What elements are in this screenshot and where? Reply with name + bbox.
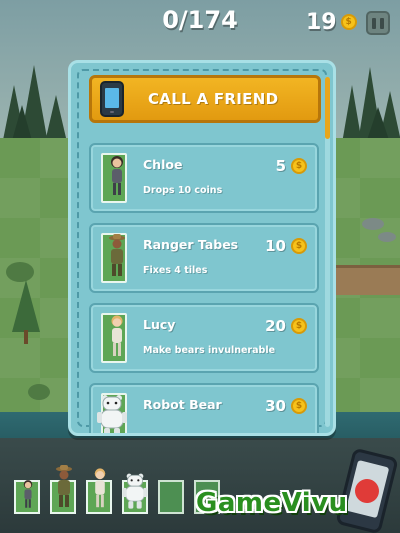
friend-portrait: [97, 393, 127, 433]
robot-bear-character: [122, 473, 148, 509]
ranger-tabes-character: [109, 234, 125, 276]
robot-bear-character: [97, 395, 127, 433]
friend-name: Chloe: [143, 157, 183, 172]
friend-price-value: 20: [265, 317, 286, 335]
call-a-friend-panel: CALL A FRIEND Chloe Drops 10 coins 5 $ R…: [68, 60, 336, 436]
friend-card-chloe[interactable]: Chloe Drops 10 coins 5 $: [89, 143, 319, 213]
friend-slot-chloe[interactable]: [14, 480, 40, 514]
bush: [28, 384, 50, 400]
friend-portrait: [101, 313, 127, 363]
bush: [6, 262, 34, 282]
friend-name: Ranger Tabes: [143, 237, 239, 252]
friend-slot-lucy[interactable]: [86, 468, 112, 514]
friend-price: 20 $: [265, 317, 307, 335]
friend-name: Robot Bear: [143, 397, 222, 412]
friend-card-robot-bear[interactable]: Robot Bear 30 $: [89, 383, 319, 433]
phone-icon: [100, 81, 124, 117]
call-a-friend-label: CALL A FRIEND: [148, 90, 279, 108]
friend-price: 30 $: [265, 397, 307, 415]
call-a-friend-header-button[interactable]: CALL A FRIEND: [89, 75, 321, 123]
coin-count: 19: [306, 9, 337, 35]
gamevivu-watermark: GameVivu: [196, 488, 348, 518]
friend-description: Fixes 4 tiles: [143, 265, 208, 276]
friend-portrait: [101, 233, 127, 283]
friend-slot-ranger-tabes[interactable]: [50, 465, 76, 514]
friend-price: 5 $: [276, 157, 307, 175]
coin-icon: $: [340, 14, 357, 30]
friend-card-lucy[interactable]: Lucy Make bears invulnerable 20 $: [89, 303, 319, 373]
coin-icon: $: [291, 238, 307, 254]
friend-price-value: 30: [265, 397, 286, 415]
tile-progress-counter: 0/174: [162, 6, 238, 34]
lucy-character: [111, 315, 123, 356]
friend-name: Lucy: [143, 317, 176, 332]
friend-slot-empty[interactable]: [158, 480, 184, 514]
lucy-character: [94, 468, 106, 508]
pause-button[interactable]: [366, 11, 390, 35]
friend-description: Drops 10 coins: [143, 185, 223, 196]
friend-portrait: [101, 153, 127, 203]
pause-icon: [372, 17, 376, 29]
friend-price-value: 5: [275, 157, 286, 175]
coin-balance: 19 $: [306, 8, 357, 36]
friend-price: 10 $: [265, 237, 307, 255]
coin-icon: $: [291, 318, 307, 334]
rock: [378, 232, 396, 242]
friend-price-value: 10: [265, 237, 286, 255]
tree: [12, 280, 40, 344]
rock: [362, 218, 384, 230]
friend-card-ranger-tabes[interactable]: Ranger Tabes Fixes 4 tiles 10 $: [89, 223, 319, 293]
coin-icon: $: [291, 398, 307, 414]
friend-description: Make bears invulnerable: [143, 345, 276, 356]
pause-icon-bar: [380, 17, 384, 29]
chloe-character: [23, 480, 33, 508]
friend-slot-robot-bear[interactable]: [122, 473, 148, 514]
dirt-path: [330, 265, 400, 295]
coin-icon: $: [291, 158, 307, 174]
chloe-character: [111, 156, 123, 195]
scrollbar-thumb[interactable]: [325, 77, 330, 139]
ranger-tabes-character: [56, 465, 72, 507]
